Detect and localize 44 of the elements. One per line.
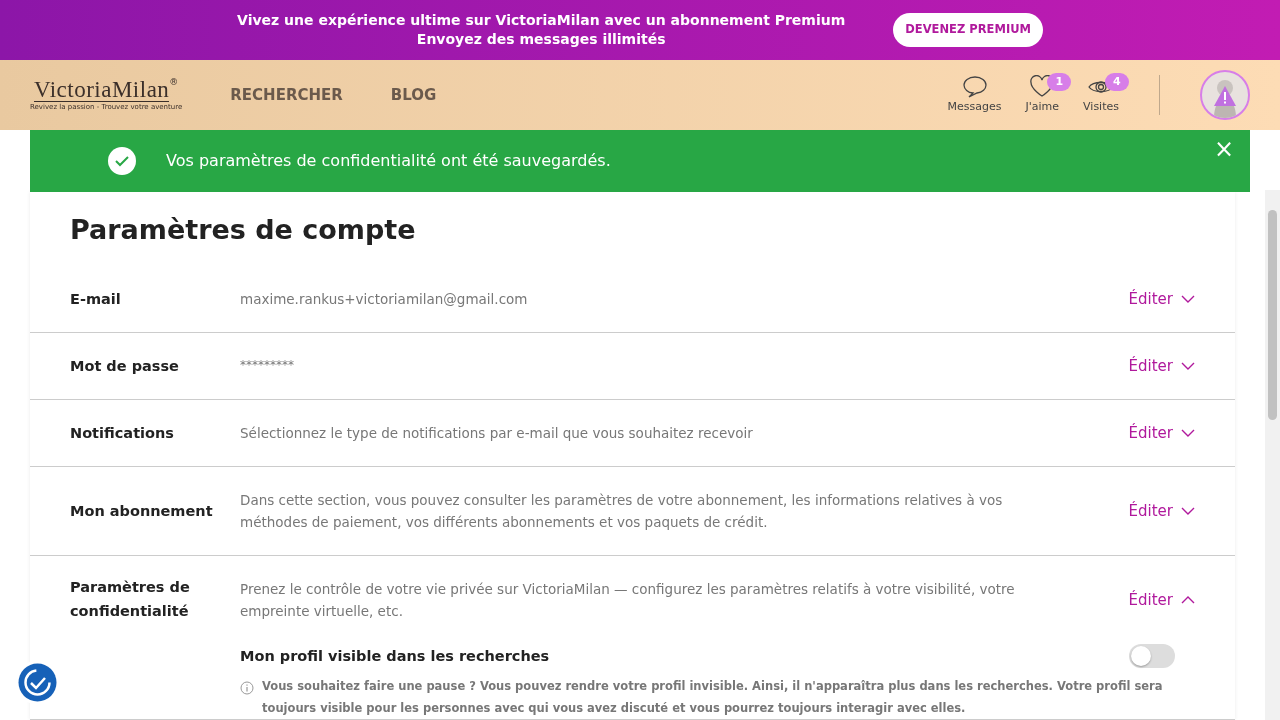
info-text: Vous souhaitez faire une pause ? Vous pouvez rendre votre profil invisible. Ainsi, il n'apparaîtra plus dans les recherches. Votre profil sera toujours visible pour les personnes avec qui vous avez discuté et vous pourrez toujours interagir avec elles. [262, 678, 1164, 717]
setting-value: Dans cette section, vous pouvez consulter les paramètres de votre abonnement, les informations relatives à vos méthodes de paiement, vos différents abonnements et vos paquets de crédit. [240, 491, 1004, 533]
setting-label: Notifications [70, 423, 175, 443]
info-icon [240, 681, 254, 696]
edit-link[interactable]: Éditer [1128, 589, 1195, 612]
speech-bubble-icon [961, 74, 988, 99]
close-button[interactable]: × [1207, 136, 1240, 162]
setting-label: Paramètres de confidentialité [70, 578, 191, 622]
page-title: Paramètres de compte [69, 213, 417, 247]
setting-value: maxime.rankus+victoriamilan@gmail.com [240, 290, 529, 310]
logo[interactable]: VictoriaMilan [33, 77, 170, 102]
toggle-switch[interactable] [1129, 644, 1175, 669]
option-label: Mon profil visible dans les recherches [240, 646, 550, 666]
chevron-down-icon [1181, 362, 1195, 371]
edit-link[interactable]: Éditer [1128, 500, 1195, 523]
alert-message: Vos paramètres de confidentialité ont été sauvegardés. [166, 150, 611, 172]
chevron-up-icon [1181, 596, 1195, 605]
accessibility-icon[interactable] [15, 660, 60, 705]
edit-link[interactable]: Éditer [1128, 422, 1195, 445]
promo-text: Envoyez des messages illimités [415, 30, 667, 49]
nav-icon-label[interactable]: Visites [1083, 98, 1119, 116]
setting-value: Sélectionnez le type de notifications par e-mail que vous souhaitez recevoir [240, 424, 754, 444]
avatar[interactable] [1200, 70, 1250, 120]
nav-link[interactable]: BLOG [390, 83, 437, 107]
count-badge: 4 [1105, 72, 1129, 92]
edit-link[interactable]: Éditer [1128, 288, 1195, 311]
edit-link[interactable]: Éditer [1128, 355, 1195, 378]
scrollbar[interactable] [1265, 190, 1280, 720]
chevron-down-icon [1181, 429, 1195, 438]
setting-label: E-mail [70, 289, 122, 309]
setting-value: ********* [240, 357, 295, 375]
promo-text: Vivez une expérience ultime sur VictoriaMilan avec un abonnement Premium [237, 11, 846, 30]
premium-button[interactable]: DEVENEZ PREMIUM [893, 13, 1043, 47]
count-badge: 1 [1047, 72, 1072, 92]
chevron-down-icon [1181, 295, 1195, 304]
nav-icon-label[interactable]: J'aime [1025, 98, 1060, 116]
setting-label: Mot de passe [70, 356, 180, 376]
nav-icon-label[interactable]: Messages [947, 98, 1002, 116]
setting-value: Prenez le contrôle de votre vie privée sur VictoriaMilan — configurez les paramètres relatifs à votre visibilité, votre empreinte virtuelle, etc. [240, 580, 1016, 622]
nav-link[interactable]: RECHERCHER [230, 83, 343, 107]
chevron-down-icon [1181, 507, 1195, 516]
registered-mark: ® [169, 77, 179, 87]
check-icon [108, 147, 136, 175]
setting-label: Mon abonnement [70, 501, 214, 521]
